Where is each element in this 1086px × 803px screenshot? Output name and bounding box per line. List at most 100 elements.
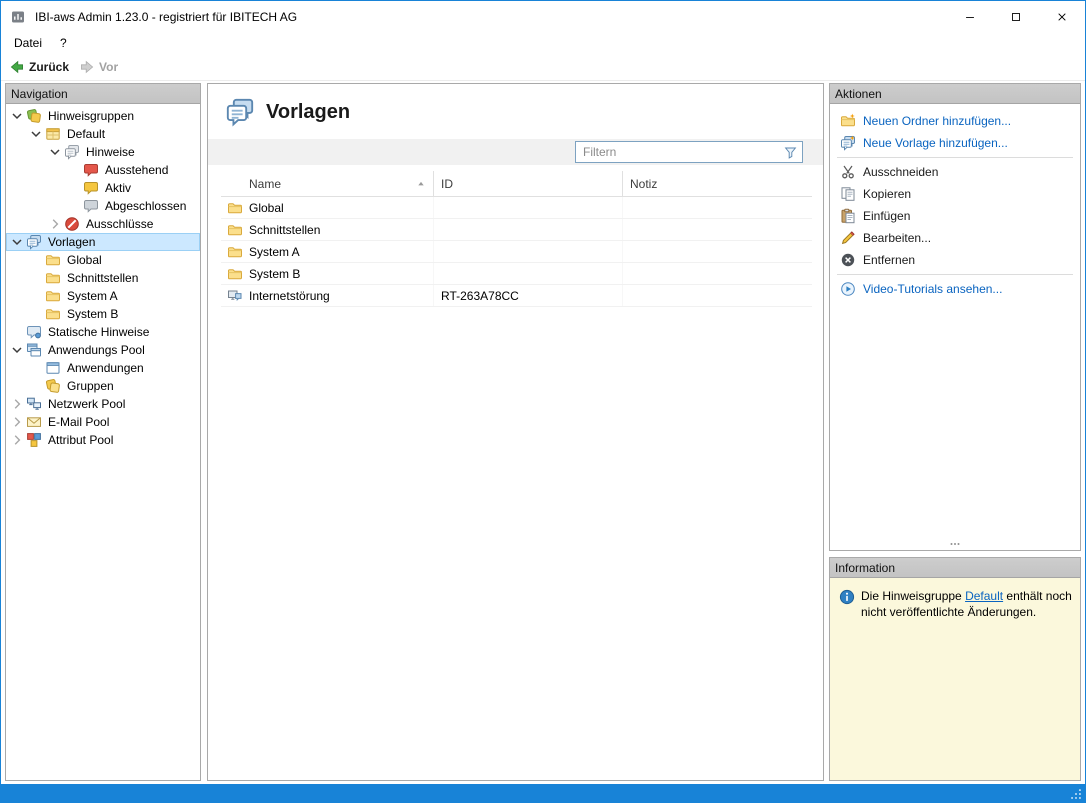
action-label: Video-Tutorials ansehen... bbox=[863, 282, 1002, 296]
chevron-right-icon[interactable] bbox=[47, 216, 63, 232]
cell-notiz bbox=[623, 197, 812, 218]
tree-item-netzwerk-pool[interactable]: Netzwerk Pool bbox=[6, 395, 200, 413]
hinweisgruppen-icon bbox=[26, 108, 42, 124]
main-header: Vorlagen bbox=[208, 84, 823, 136]
folder-icon bbox=[45, 270, 61, 286]
action-label: Einfügen bbox=[863, 209, 910, 223]
vorlagen-icon bbox=[26, 234, 42, 250]
tree-item-hinweisgruppen[interactable]: Hinweisgruppen bbox=[6, 107, 200, 125]
cell-name: System A bbox=[221, 241, 434, 262]
page-title: Vorlagen bbox=[266, 101, 350, 124]
action-entfernen[interactable]: Entfernen bbox=[830, 249, 1080, 271]
filter-icon[interactable] bbox=[783, 145, 798, 160]
action-bearbeiten[interactable]: Bearbeiten... bbox=[830, 227, 1080, 249]
menubar: Datei ? bbox=[1, 32, 1085, 54]
close-button[interactable] bbox=[1039, 1, 1085, 32]
tree-item-label: Default bbox=[64, 127, 108, 141]
cell-name: Global bbox=[221, 197, 434, 218]
tree-item-vorlagen[interactable]: Vorlagen bbox=[6, 233, 200, 251]
statusbar bbox=[1, 784, 1085, 802]
folder-icon bbox=[45, 252, 61, 268]
chevron-right-icon[interactable] bbox=[9, 396, 25, 412]
action-label: Neue Vorlage hinzufügen... bbox=[863, 136, 1008, 150]
filter-input[interactable] bbox=[583, 145, 779, 159]
chevron-down-icon[interactable] bbox=[9, 234, 25, 250]
tree-item-global[interactable]: Global bbox=[6, 251, 200, 269]
action-ausschneiden[interactable]: Ausschneiden bbox=[830, 161, 1080, 183]
information-panel: Information Die Hinweisgruppe Default en… bbox=[829, 557, 1081, 781]
chevron-down-icon[interactable] bbox=[47, 144, 63, 160]
tree-item-attribut-pool[interactable]: Attribut Pool bbox=[6, 431, 200, 449]
cell-notiz bbox=[623, 285, 812, 306]
action-label: Ausschneiden bbox=[863, 165, 938, 179]
tree-item-default[interactable]: Default bbox=[6, 125, 200, 143]
abgeschlossen-icon bbox=[83, 198, 99, 214]
tree-item-ausstehend[interactable]: Ausstehend bbox=[6, 161, 200, 179]
aktiv-icon bbox=[83, 180, 99, 196]
tree-item-label: E-Mail Pool bbox=[45, 415, 112, 429]
tree-item-label: Aktiv bbox=[102, 181, 134, 195]
tree-item-hinweise[interactable]: Hinweise bbox=[6, 143, 200, 161]
table-row-internetstorung[interactable]: InternetstörungRT-263A78CC bbox=[221, 285, 812, 307]
chevron-down-icon[interactable] bbox=[9, 108, 25, 124]
menu-help[interactable]: ? bbox=[51, 32, 76, 54]
tree-item-gruppen[interactable]: Gruppen bbox=[6, 377, 200, 395]
tree-item-system-a[interactable]: System A bbox=[6, 287, 200, 305]
tree-item-ausschlusse[interactable]: Ausschlüsse bbox=[6, 215, 200, 233]
menu-datei-label: Datei bbox=[14, 36, 42, 50]
chevron-spacer bbox=[28, 360, 44, 376]
default-group-link[interactable]: Default bbox=[965, 589, 1003, 603]
tree-item-anwendungs-pool[interactable]: Anwendungs Pool bbox=[6, 341, 200, 359]
cell-id bbox=[434, 241, 623, 262]
tree-item-label: Anwendungen bbox=[64, 361, 147, 375]
new-template-icon bbox=[840, 135, 856, 151]
tree-item-anwendungen[interactable]: Anwendungen bbox=[6, 359, 200, 377]
chevron-right-icon[interactable] bbox=[9, 414, 25, 430]
cell-name: System B bbox=[221, 263, 434, 284]
information-header-label: Information bbox=[835, 561, 895, 575]
navigation-header-label: Navigation bbox=[11, 87, 68, 101]
back-button[interactable]: Zurück bbox=[6, 57, 76, 77]
tree-item-aktiv[interactable]: Aktiv bbox=[6, 179, 200, 197]
table-row-schnittstellen[interactable]: Schnittstellen bbox=[221, 219, 812, 241]
column-header-notiz[interactable]: Notiz bbox=[623, 171, 812, 196]
resize-grip[interactable] bbox=[1069, 787, 1083, 801]
tree-item-abgeschlossen[interactable]: Abgeschlossen bbox=[6, 197, 200, 215]
chevron-down-icon[interactable] bbox=[9, 342, 25, 358]
tree-item-e-mail-pool[interactable]: E-Mail Pool bbox=[6, 413, 200, 431]
action-neuen-ordner-hinzufugen[interactable]: Neuen Ordner hinzufügen... bbox=[830, 110, 1080, 132]
navigation-panel-header: Navigation bbox=[6, 84, 200, 104]
chevron-spacer bbox=[28, 252, 44, 268]
column-header-id[interactable]: ID bbox=[434, 171, 623, 196]
action-neue-vorlage-hinzufugen[interactable]: Neue Vorlage hinzufügen... bbox=[830, 132, 1080, 154]
toolbar: Zurück Vor bbox=[1, 54, 1085, 81]
minimize-button[interactable] bbox=[947, 1, 993, 32]
tree-item-label: Anwendungs Pool bbox=[45, 343, 148, 357]
hinweise-icon bbox=[64, 144, 80, 160]
anwendungen-icon bbox=[45, 360, 61, 376]
chevron-down-icon[interactable] bbox=[28, 126, 44, 142]
action-video-tutorials-ansehen[interactable]: Video-Tutorials ansehen... bbox=[830, 278, 1080, 300]
tree-item-schnittstellen[interactable]: Schnittstellen bbox=[6, 269, 200, 287]
delete-icon bbox=[840, 252, 856, 268]
menu-datei[interactable]: Datei bbox=[5, 32, 51, 54]
actions-separator bbox=[837, 274, 1073, 275]
tree-item-system-b[interactable]: System B bbox=[6, 305, 200, 323]
app-icon bbox=[10, 9, 26, 25]
table-row-global[interactable]: Global bbox=[221, 197, 812, 219]
table-row-system-a[interactable]: System A bbox=[221, 241, 812, 263]
column-header-name[interactable]: Name bbox=[221, 171, 434, 196]
tree-item-label: Attribut Pool bbox=[45, 433, 116, 447]
maximize-button[interactable] bbox=[993, 1, 1039, 32]
cell-notiz bbox=[623, 219, 812, 240]
tree-item-statische-hinweise[interactable]: Statische Hinweise bbox=[6, 323, 200, 341]
forward-button[interactable]: Vor bbox=[76, 57, 125, 77]
folder-icon bbox=[227, 266, 243, 282]
chevron-right-icon[interactable] bbox=[9, 432, 25, 448]
table-header: Name ID Notiz bbox=[221, 171, 812, 197]
folder-icon bbox=[227, 200, 243, 216]
panel-splitter[interactable] bbox=[830, 537, 1080, 550]
action-kopieren[interactable]: Kopieren bbox=[830, 183, 1080, 205]
action-einfugen[interactable]: Einfügen bbox=[830, 205, 1080, 227]
table-row-system-b[interactable]: System B bbox=[221, 263, 812, 285]
